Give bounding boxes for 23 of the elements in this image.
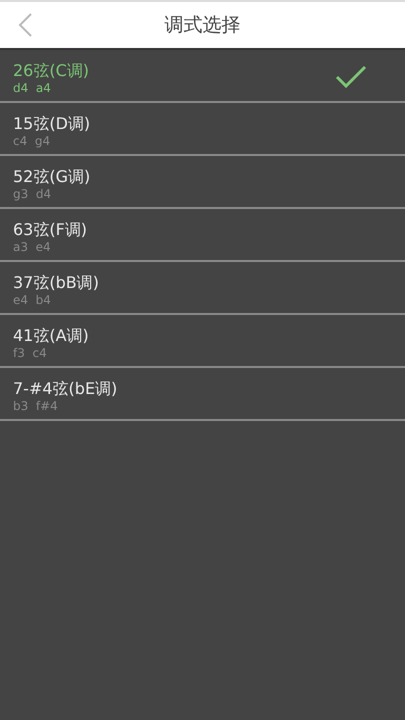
tuning-name: 63弦(F调) <box>13 220 88 240</box>
checkmark-icon <box>335 64 367 90</box>
tuning-item[interactable]: 52弦(G调) g3 d4 <box>0 156 405 209</box>
tuning-item[interactable]: 26弦(C调) d4 a4 <box>0 50 405 103</box>
tuning-item[interactable]: 37弦(bB调) e4 b4 <box>0 262 405 315</box>
tuning-name: 7-#4弦(bE调) <box>13 379 118 399</box>
tuning-notes: e4 b4 <box>13 293 51 307</box>
tuning-item[interactable]: 63弦(F调) a3 e4 <box>0 209 405 262</box>
tuning-name: 41弦(A调) <box>13 326 89 346</box>
tuning-notes: c4 g4 <box>13 134 50 148</box>
tuning-name: 52弦(G调) <box>13 167 90 187</box>
tuning-notes: d4 a4 <box>13 81 51 95</box>
tuning-item[interactable]: 41弦(A调) f3 c4 <box>0 315 405 368</box>
page-title: 调式选择 <box>164 13 240 38</box>
tuning-notes: a3 e4 <box>13 240 51 254</box>
tuning-name: 37弦(bB调) <box>13 273 99 293</box>
tuning-notes: f3 c4 <box>13 346 47 360</box>
tuning-notes: g3 d4 <box>13 187 52 201</box>
tuning-item[interactable]: 7-#4弦(bE调) b3 f#4 <box>0 368 405 421</box>
tuning-item[interactable]: 15弦(D调) c4 g4 <box>0 103 405 156</box>
tuning-name: 15弦(D调) <box>13 114 90 134</box>
tuning-notes: b3 f#4 <box>13 399 58 413</box>
tuning-name: 26弦(C调) <box>13 61 90 81</box>
